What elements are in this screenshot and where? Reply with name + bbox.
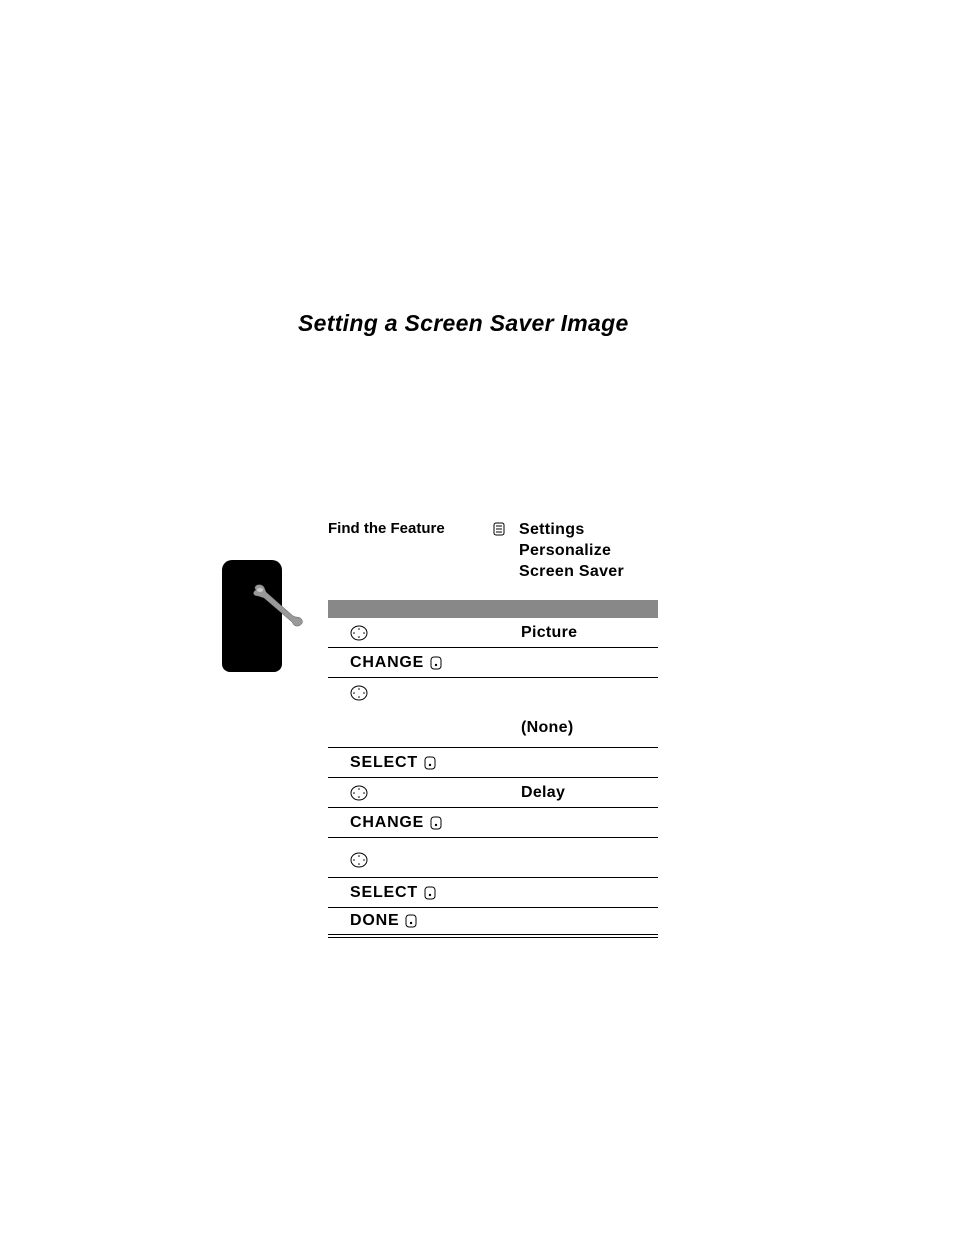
step-row-5: Delay xyxy=(328,778,658,808)
select-action-2: SELECT xyxy=(350,884,418,902)
nav-key-icon xyxy=(350,785,368,801)
page-title: Setting a Screen Saver Image xyxy=(298,310,629,337)
table-header-bar xyxy=(328,600,658,618)
step-3-target: (None) xyxy=(493,719,573,737)
softkey-icon xyxy=(405,914,417,928)
nav-path-1: Settings xyxy=(519,521,585,538)
softkey-icon xyxy=(424,886,436,900)
wrench-icon xyxy=(248,582,306,630)
done-action: DONE xyxy=(350,912,399,930)
nav-key-icon xyxy=(350,685,368,701)
nav-key-icon xyxy=(350,625,368,641)
find-feature-label: Find the Feature xyxy=(328,520,493,537)
change-action-1: CHANGE xyxy=(350,654,424,672)
step-row-4: SELECT xyxy=(328,748,658,778)
softkey-icon xyxy=(424,756,436,770)
step-row-6: CHANGE xyxy=(328,808,658,838)
instruction-content: Find the Feature Settings Personalize Sc… xyxy=(328,520,658,938)
menu-key-icon xyxy=(493,522,505,536)
softkey-icon xyxy=(430,656,442,670)
step-row-3b: (None) xyxy=(328,708,658,748)
step-row-3a xyxy=(328,678,658,708)
step-5-target: Delay xyxy=(493,784,565,802)
step-1-target: Picture xyxy=(493,624,577,642)
step-row-9: DONE xyxy=(328,908,658,938)
nav-path: Settings Personalize Screen Saver xyxy=(519,520,624,582)
nav-key-icon xyxy=(350,852,368,868)
softkey-icon xyxy=(430,816,442,830)
find-feature-row: Find the Feature Settings Personalize Sc… xyxy=(328,520,658,582)
step-row-2: CHANGE xyxy=(328,648,658,678)
step-row-8: SELECT xyxy=(328,878,658,908)
select-action-1: SELECT xyxy=(350,754,418,772)
nav-path-2: Personalize xyxy=(519,542,611,559)
change-action-2: CHANGE xyxy=(350,814,424,832)
step-row-7 xyxy=(328,838,658,878)
nav-path-3: Screen Saver xyxy=(519,563,624,580)
step-row-1: Picture xyxy=(328,618,658,648)
